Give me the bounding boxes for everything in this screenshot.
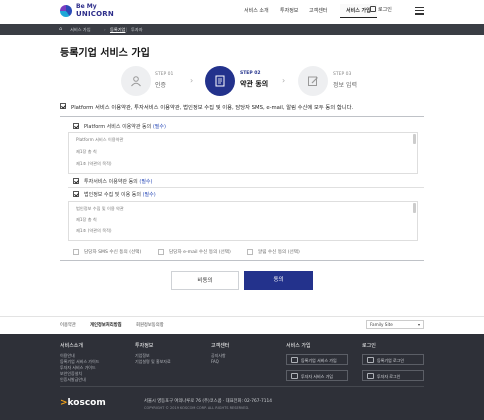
footer-link[interactable]: FAQ	[211, 359, 219, 364]
notification-consent-checkbox[interactable]	[247, 249, 253, 255]
building-icon	[291, 357, 298, 363]
koscom-brand: koscom	[67, 398, 106, 408]
terms-investment-checkbox[interactable]	[73, 178, 79, 184]
footer-join-title: 서비스 가입	[286, 343, 311, 349]
agree-button[interactable]: 동의	[244, 271, 313, 290]
koscom-logo: >koscom	[60, 398, 106, 408]
footer-link-member-info[interactable]: 회원정보동의항	[136, 322, 164, 328]
step-1-circle	[121, 66, 151, 96]
email-consent-label[interactable]: 담당자 e-mail 수신 동의 (선택)	[169, 249, 231, 255]
notification-consent-label[interactable]: 알림 수신 동의 (선택)	[258, 249, 300, 255]
breadcrumb-service-join[interactable]: 서비스 가입	[70, 27, 91, 33]
scrollbar[interactable]	[413, 134, 416, 144]
menu-icon[interactable]	[415, 7, 424, 15]
footer-col-title: 고객센터	[211, 343, 230, 349]
site-footer: 서비스소개 이용안내 등록기업 서비스 가이드 투자자 서비스 가이드 보안인증…	[0, 334, 484, 420]
disagree-button[interactable]: 비동의	[171, 271, 239, 290]
breadcrumb-registered-company[interactable]: 등록기업	[110, 27, 125, 33]
step-1-number: STEP 01	[155, 72, 174, 77]
footer-company-join-label: 등록기업 서비스 가입	[301, 358, 337, 363]
terms-corporate-info-content[interactable]: 법인정보 수집 및 이용 약관 제1장 총 칙 제1조 (약관의 목적)	[68, 201, 418, 241]
agree-all-label[interactable]: Platform 서비스 이용약관, 투자서비스 이용약관, 법인정보 수집 및…	[71, 103, 353, 111]
terms-text-line: 제1장 총 칙	[76, 149, 97, 154]
terms-text-line: 제1조 (약관의 목적)	[76, 161, 112, 166]
footer-investor-join-label: 투자자 서비스 가입	[301, 374, 333, 379]
step-3-circle	[298, 66, 328, 96]
person-icon	[131, 76, 141, 87]
terms-text-line: 법인정보 수집 및 이용 약관	[76, 206, 124, 211]
divider	[0, 316, 484, 317]
nav-investment-info[interactable]: 투자정보	[280, 7, 298, 14]
breadcrumb: ⌂ 서비스 가입 › 등록기업 | 투자자	[0, 24, 484, 35]
family-site-select[interactable]: Family Site ▾	[366, 320, 424, 329]
footer-company-login-button[interactable]: 등록기업 로그인	[362, 354, 424, 365]
scrollbar[interactable]	[413, 203, 416, 213]
document-icon	[215, 75, 225, 87]
footer-col-title: 서비스소개	[60, 343, 84, 349]
footer-company-login-label: 등록기업 로그인	[377, 358, 405, 363]
chevron-down-icon: ▾	[417, 322, 420, 327]
company-address: 서울시 영등포구 여의나루로 76 (주)코스콤 · 대표전화: 02-767-…	[144, 399, 272, 404]
terms-investment-label[interactable]: 투자서비스 이용약관 동의 (필수)	[84, 178, 152, 185]
terms-text-line: 제1조 (약관의 목적)	[76, 228, 112, 233]
edit-icon	[308, 76, 318, 86]
terms-corporate-info-checkbox[interactable]	[73, 191, 79, 197]
email-consent-checkbox[interactable]	[158, 249, 164, 255]
home-icon[interactable]: ⌂	[59, 26, 62, 32]
sms-consent-checkbox[interactable]	[73, 249, 79, 255]
login-label: 로그인	[378, 7, 392, 13]
step-2-number: STEP 02	[240, 71, 261, 76]
footer-investor-login-button[interactable]: 투자자 로그인	[362, 370, 424, 381]
breadcrumb-separator-icon: |	[126, 26, 128, 32]
divider	[60, 260, 424, 261]
step-3-number: STEP 03	[333, 72, 352, 77]
footer-company-join-button[interactable]: 등록기업 서비스 가입	[286, 354, 348, 365]
step-2-circle	[205, 66, 235, 96]
logo[interactable]: Be My UNICORN	[60, 3, 120, 21]
logo-line2: UNICORN	[76, 10, 114, 18]
divider	[60, 116, 424, 117]
step-arrow-icon: ›	[190, 76, 194, 85]
nav-service-intro[interactable]: 서비스 소개	[244, 7, 269, 14]
terms-platform-content[interactable]: Platform 서비스 이용약관 제1장 총 칙 제1조 (약관의 목적)	[68, 132, 418, 174]
footer-link[interactable]: 기업설명 및 홍보자료	[135, 359, 171, 365]
logo-mark-icon	[60, 5, 72, 17]
footer-investor-login-label: 투자자 로그인	[377, 374, 401, 379]
copyright: COPYRIGHT © 2019 KOSCOM CORP. ALL RIGHTS…	[144, 406, 250, 410]
agree-all-checkbox[interactable]	[60, 103, 66, 109]
terms-platform-checkbox[interactable]	[73, 123, 79, 129]
breadcrumb-separator-icon: ›	[104, 26, 106, 32]
sms-consent-label[interactable]: 담당자 SMS 수신 동의 (선택)	[84, 249, 141, 255]
terms-platform-label[interactable]: Platform 서비스 이용약관 동의 (필수)	[84, 123, 166, 130]
footer-link-privacy[interactable]: 개인정보처리방침	[90, 322, 122, 328]
logo-line1: Be My	[76, 3, 97, 10]
step-1-name: 인증	[155, 82, 167, 89]
site-header: Be My UNICORN 서비스 소개 투자정보 고객센터 서비스 가입 로그…	[0, 0, 484, 24]
person-icon	[367, 373, 374, 379]
koscom-arrow-icon: >	[60, 398, 68, 408]
footer-investor-join-button[interactable]: 투자자 서비스 가입	[286, 370, 348, 381]
building-icon	[367, 357, 374, 363]
login-icon	[370, 6, 376, 12]
footer-col-title: 투자정보	[135, 343, 154, 349]
login-link[interactable]: 로그인	[370, 6, 392, 13]
page-title: 등록기업 서비스 가입	[60, 48, 150, 59]
terms-corporate-info-label[interactable]: 법인정보 수집 및 이용 동의 (필수)	[84, 191, 156, 198]
step-3-name: 정보 입력	[333, 82, 357, 89]
breadcrumb-investor[interactable]: 투자자	[131, 27, 143, 33]
step-arrow-icon: ›	[282, 76, 286, 85]
divider	[60, 386, 424, 387]
divider	[68, 187, 424, 188]
terms-text-line: 제1장 총 칙	[76, 217, 97, 222]
family-site-label: Family Site	[370, 322, 393, 327]
nav-customer-center[interactable]: 고객센터	[309, 7, 327, 14]
step-2-name: 약관 동의	[240, 80, 269, 88]
person-icon	[291, 373, 298, 379]
terms-text-line: Platform 서비스 이용약관	[76, 137, 124, 142]
footer-link[interactable]: 인증서발급안내	[60, 377, 86, 383]
footer-login-title: 로그인	[362, 343, 376, 349]
footer-link-terms[interactable]: 이용약관	[60, 322, 76, 328]
